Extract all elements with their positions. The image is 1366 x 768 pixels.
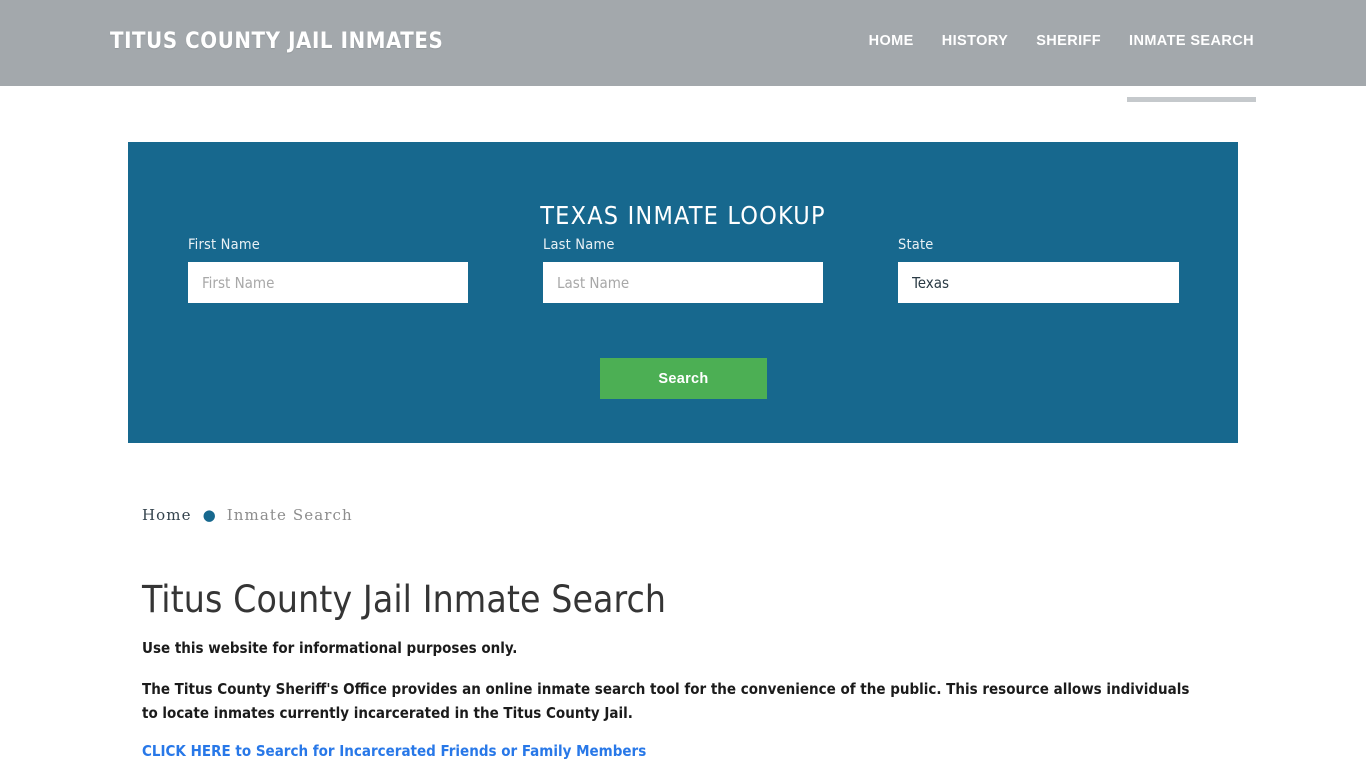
breadcrumb: Home ● Inmate Search	[142, 506, 353, 524]
search-button[interactable]: Search	[600, 358, 767, 399]
nav-item-home[interactable]: HOME	[869, 33, 914, 55]
main-navigation: HOME HISTORY SHERIFF INMATE SEARCH	[869, 33, 1256, 102]
breadcrumb-item-home[interactable]: Home	[142, 506, 192, 524]
last-name-label: Last Name	[543, 237, 615, 253]
last-name-input[interactable]	[543, 262, 823, 303]
state-label: State	[898, 237, 934, 253]
nav-item-history[interactable]: HISTORY	[942, 33, 1008, 55]
lookup-panel-title: TEXAS INMATE LOOKUP	[540, 200, 826, 230]
first-name-label: First Name	[188, 237, 260, 253]
state-field-group: State	[898, 237, 1179, 303]
breadcrumb-separator-dot-icon: ●	[202, 505, 216, 524]
nav-item-inmate-search[interactable]: INMATE SEARCH	[1127, 33, 1256, 102]
breadcrumb-item-current: Inmate Search	[226, 506, 353, 524]
first-name-input[interactable]	[188, 262, 468, 303]
page-title: Titus County Jail Inmate Search	[142, 578, 667, 621]
page-lede-text: Use this website for informational purpo…	[142, 639, 518, 657]
state-input[interactable]	[898, 262, 1179, 303]
nav-item-sheriff[interactable]: SHERIFF	[1036, 33, 1101, 55]
site-header: TITUS COUNTY JAIL INMATES HOME HISTORY S…	[0, 0, 1366, 102]
site-brand-title: TITUS COUNTY JAIL INMATES	[110, 29, 444, 54]
inmate-search-cta-link[interactable]: CLICK HERE to Search for Incarcerated Fr…	[142, 742, 646, 760]
page-body-paragraph: The Titus County Sheriff's Office provid…	[142, 680, 1190, 723]
inmate-lookup-panel: TEXAS INMATE LOOKUP First Name Last Name…	[128, 142, 1238, 443]
last-name-field-group: Last Name	[543, 237, 823, 303]
first-name-field-group: First Name	[188, 237, 468, 303]
